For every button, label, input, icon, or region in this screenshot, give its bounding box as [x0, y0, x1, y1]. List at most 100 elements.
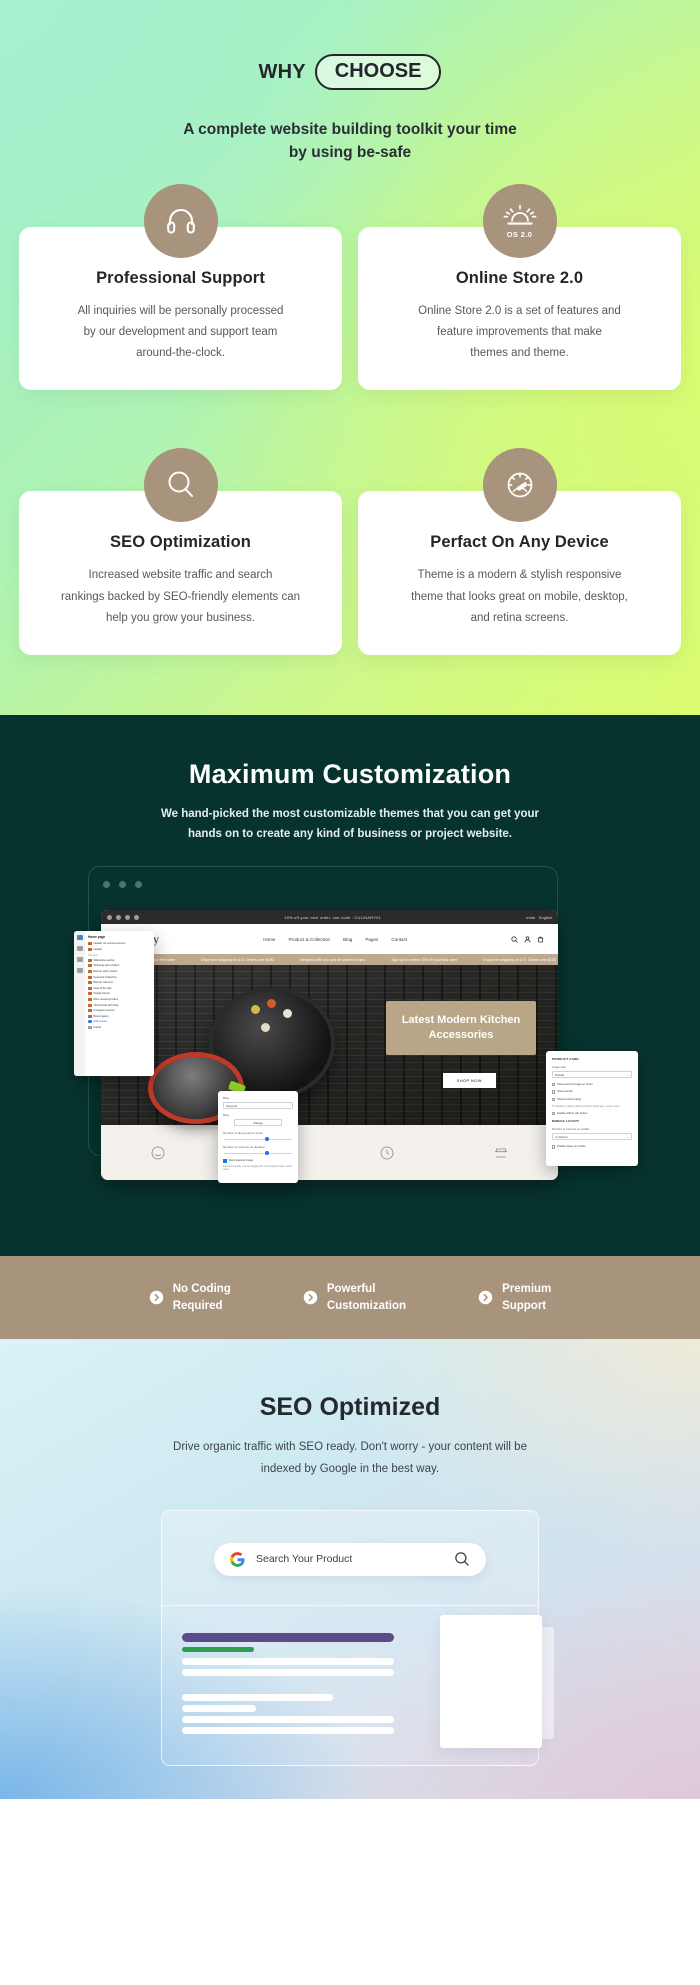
- storefront-preview: 15% off your next order, use code : CULI…: [101, 910, 558, 1180]
- section-icon: [88, 970, 92, 973]
- section-icon: [88, 981, 92, 984]
- slider-handle[interactable]: [265, 1137, 269, 1141]
- footer-badge-icon: [150, 1145, 166, 1161]
- google-g-icon: [230, 1552, 245, 1567]
- section-icon: [88, 1004, 92, 1007]
- editor-add-section-button[interactable]: Add section: [88, 1020, 151, 1023]
- blog-change-button[interactable]: Change: [234, 1119, 282, 1126]
- card-desc-line1: Increased website traffic and search: [41, 565, 320, 586]
- editor-item[interactable]: Singal banner: [88, 992, 151, 995]
- editor-item[interactable]: Featured Collection: [88, 976, 151, 979]
- checkbox-checked-icon: [223, 1159, 227, 1163]
- rail-sections-icon[interactable]: [77, 935, 83, 940]
- option-label: Show second image on hover: [557, 1083, 592, 1087]
- rail-theme-icon[interactable]: [77, 968, 83, 973]
- editor-item-label: Most viewed product: [94, 998, 119, 1001]
- feature-strip-label: No Coding Required: [173, 1281, 231, 1314]
- editor-item[interactable]: Brand galery: [88, 1015, 151, 1018]
- card-description: Increased website traffic and search ran…: [41, 565, 320, 629]
- editor-add-section-label: Add section: [94, 1020, 108, 1023]
- image-ratio-value: Portrait: [555, 1073, 564, 1077]
- nav-link-product[interactable]: Product & Collection: [288, 937, 330, 942]
- why-subtitle-line2: by using be-safe: [140, 141, 560, 164]
- editor-item[interactable]: Header top announcement: [88, 942, 151, 945]
- mobile-columns-value: 2 columns: [555, 1135, 568, 1139]
- card-description: All inquiries will be personally process…: [41, 301, 320, 365]
- editor-item-label: Deal of the day: [94, 987, 112, 990]
- blog-featured-image-checkbox[interactable]: Show featured image: [223, 1159, 293, 1163]
- option-label: Enable swipe on mobile: [557, 1145, 585, 1149]
- section-title: Maximum Customization: [0, 759, 700, 790]
- panel-divider: [162, 1605, 538, 1606]
- nav-link-contact[interactable]: Contact: [391, 937, 407, 942]
- mockup-area: 15% off your next order, use code : CULI…: [0, 866, 700, 1256]
- product-card-header: PRODUCT CARD: [552, 1057, 632, 1061]
- search-icon[interactable]: [511, 936, 518, 943]
- card-title: Professional Support: [41, 269, 320, 288]
- seo-title: SEO Optimized: [0, 1393, 700, 1422]
- section-icon: [88, 948, 92, 951]
- editor-item[interactable]: Banner with product: [88, 970, 151, 973]
- option-show-vendor[interactable]: Show vendor: [552, 1090, 632, 1094]
- seo-optimized-section: SEO Optimized Drive organic traffic with…: [0, 1339, 700, 1799]
- nav-icons: [511, 936, 544, 943]
- nav-link-pages[interactable]: Pages: [365, 937, 378, 942]
- landing-page: WHY CHOOSE A complete website building t…: [0, 0, 700, 1799]
- card-title: Online Store 2.0: [380, 269, 659, 288]
- slider-handle[interactable]: [265, 1151, 269, 1155]
- skeleton-result-line: [182, 1705, 256, 1712]
- section-icon: [88, 976, 92, 979]
- editor-item[interactable]: Deal of the day: [88, 987, 151, 990]
- feature-card-seo-optimization[interactable]: SEO Optimization Increased website traff…: [19, 491, 342, 655]
- feature-strip-line2: Required: [173, 1298, 231, 1314]
- option-enable-swipe[interactable]: Enable swipe on mobile: [552, 1145, 632, 1149]
- nav-link-blog[interactable]: Blog: [343, 937, 352, 942]
- nav-link-home[interactable]: Home: [263, 937, 275, 942]
- skeleton-result-line: [182, 1694, 333, 1701]
- search-icon[interactable]: [454, 1551, 470, 1567]
- hero-title-line1: Latest Modern Kitchen: [396, 1013, 526, 1028]
- option-rating-help: To display a rating, add a product ratin…: [552, 1105, 632, 1109]
- rail-apps-icon[interactable]: [77, 946, 83, 951]
- card-description: Theme is a modern & stylish responsive t…: [380, 565, 659, 629]
- editor-item-label: Featured Collection: [94, 976, 117, 979]
- image-ratio-select[interactable]: Portrait ⌄: [552, 1071, 632, 1078]
- marquee-item: Enjoy free shipping on U.S. Orders over …: [483, 958, 556, 962]
- editor-item-label: Shipping with product: [94, 964, 120, 967]
- editor-item[interactable]: Shipping with product: [88, 964, 151, 967]
- feature-card-perfect-on-any-device[interactable]: Perfact On Any Device Theme is a modern …: [358, 491, 681, 655]
- cart-icon[interactable]: [537, 936, 544, 943]
- feature-strip-line1: No Coding: [173, 1281, 231, 1297]
- option-show-rating[interactable]: Show product rating: [552, 1098, 632, 1102]
- seo-subtitle-line1: Drive organic traffic with SEO ready. Do…: [115, 1437, 585, 1458]
- editor-item[interactable]: Most viewed product: [88, 998, 151, 1001]
- editor-item[interactable]: Instagram section: [88, 1009, 151, 1012]
- editor-item[interactable]: Testimonial with blog: [88, 1004, 151, 1007]
- account-icon[interactable]: [524, 936, 531, 943]
- blog-name-field[interactable]: News-01: [223, 1102, 293, 1109]
- mobile-columns-select[interactable]: 2 columns ⌄: [552, 1133, 632, 1140]
- hero-shop-now-button[interactable]: SHOP NOW: [443, 1073, 496, 1088]
- feature-card-professional-support[interactable]: Professional Support All inquiries will …: [19, 227, 342, 391]
- blog-columns-slider[interactable]: [224, 1153, 292, 1154]
- editor-section-list: Home page Header top announcement Header…: [85, 931, 154, 1076]
- google-search-bar[interactable]: Search Your Product: [214, 1543, 486, 1576]
- editor-item[interactable]: Header: [88, 948, 151, 951]
- option-second-image[interactable]: Show second image on hover: [552, 1083, 632, 1087]
- search-input[interactable]: Search Your Product: [256, 1553, 443, 1565]
- option-quick-add[interactable]: Enable Add to cart button: [552, 1112, 632, 1116]
- editor-undo-icon: [116, 915, 121, 920]
- why-choose-section: WHY CHOOSE A complete website building t…: [0, 0, 700, 715]
- seo-subtitle-line2: indexed by Google in the best way.: [115, 1459, 585, 1480]
- editor-item-footer[interactable]: Footer: [88, 1026, 151, 1029]
- feature-card-online-store[interactable]: OS 2.0 Online Store 2.0 Online Store 2.0…: [358, 227, 681, 391]
- blog-posts-slider[interactable]: [224, 1139, 292, 1140]
- skeleton-result-title: [182, 1633, 394, 1642]
- editor-item[interactable]: Banner with text: [88, 981, 151, 984]
- rail-settings-icon[interactable]: [77, 957, 83, 962]
- feature-strip-line1: Powerful: [327, 1281, 406, 1297]
- shopify-editor-topbar: 15% off your next order, use code : CULI…: [101, 910, 558, 924]
- editor-item[interactable]: Slideshow section: [88, 959, 151, 962]
- feature-strip-item-no-coding: No Coding Required: [149, 1281, 231, 1314]
- card-desc-line1: Online Store 2.0 is a set of features an…: [380, 301, 659, 322]
